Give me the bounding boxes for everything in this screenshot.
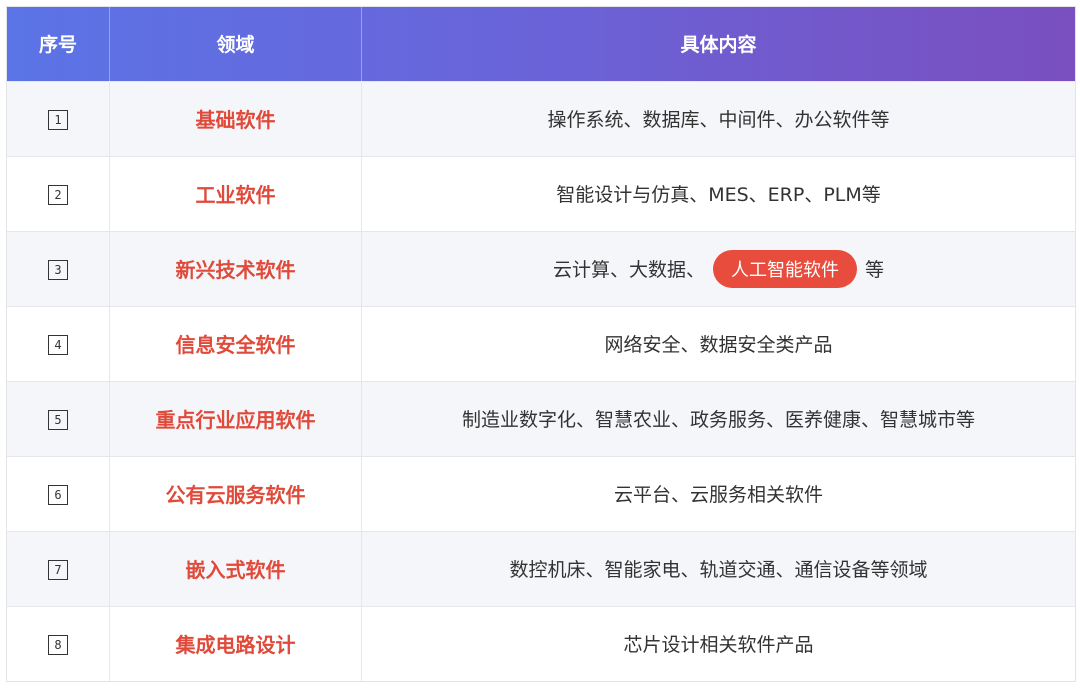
- row-num-cell: 6: [7, 455, 110, 531]
- row-field: 基础软件: [195, 108, 276, 132]
- row-content: 网络安全、数据安全类产品: [361, 305, 1075, 381]
- table-body: 1 基础软件 操作系统、数据库、中间件、办公软件等 2 工业软件 智能设计与仿真…: [7, 80, 1075, 681]
- table-row: 5 重点行业应用软件 制造业数字化、智慧农业、政务服务、医养健康、智慧城市等: [7, 380, 1075, 456]
- header-num: 序号: [7, 7, 110, 81]
- row-num-cell: 4: [7, 305, 110, 381]
- row-num: 4: [48, 335, 68, 355]
- table-row: 4 信息安全软件 网络安全、数据安全类产品: [7, 305, 1075, 381]
- row-field: 嵌入式软件: [185, 558, 286, 582]
- row-content: 操作系统、数据库、中间件、办公软件等: [361, 80, 1075, 156]
- row-field: 工业软件: [195, 183, 276, 207]
- row-num-cell: 3: [7, 230, 110, 306]
- row-field-cell: 信息安全软件: [109, 305, 362, 381]
- row-field-cell: 基础软件: [109, 80, 362, 156]
- row-num-cell: 1: [7, 80, 110, 156]
- row-num: 8: [48, 635, 68, 656]
- header-content: 具体内容: [680, 34, 757, 57]
- row-content: 数控机床、智能家电、轨道交通、通信设备等领域: [361, 530, 1075, 606]
- row-content: 云计算、大数据、 人工智能软件等: [361, 230, 1075, 306]
- row-num-cell: 7: [7, 530, 110, 606]
- header-field: 领域: [109, 7, 362, 81]
- row-content: 云平台、云服务相关软件: [361, 455, 1075, 531]
- table-row: 3 新兴技术软件 云计算、大数据、 人工智能软件等: [7, 230, 1075, 306]
- row-num: 7: [48, 560, 68, 580]
- row-num: 5: [48, 410, 68, 430]
- row-num: 2: [48, 185, 68, 205]
- header-row: 序号 领域 具体内容: [7, 7, 1075, 81]
- row-num: 1: [48, 110, 68, 130]
- row-field-cell: 公有云服务软件: [109, 455, 362, 531]
- row-field-cell: 工业软件: [109, 155, 362, 231]
- table-header: 序号 领域 具体内容: [7, 7, 1075, 81]
- table-row: 7 嵌入式软件 数控机床、智能家电、轨道交通、通信设备等领域: [7, 530, 1075, 606]
- row-num-cell: 2: [7, 155, 110, 231]
- row-field: 公有云服务软件: [165, 483, 306, 507]
- row-field-cell: 新兴技术软件: [109, 230, 362, 306]
- row-field-cell: 重点行业应用软件: [109, 380, 362, 456]
- row-content: 制造业数字化、智慧农业、政务服务、医养健康、智慧城市等: [361, 380, 1075, 456]
- table-row: 1 基础软件 操作系统、数据库、中间件、办公软件等: [7, 80, 1075, 156]
- row-num-cell: 5: [7, 380, 110, 456]
- row-content-post: 等: [865, 258, 885, 281]
- table-row: 2 工业软件 智能设计与仿真、MES、ERP、PLM等: [7, 155, 1075, 231]
- domain-table: 序号 领域 具体内容 1 基础软件 操作系统、数据库、中间件、办公软件等 2 工…: [7, 7, 1075, 681]
- row-content-pre: 云计算、大数据、: [552, 258, 705, 281]
- row-num-cell: 8: [7, 605, 110, 681]
- row-content: 芯片设计相关软件产品: [361, 605, 1075, 681]
- row-num: 6: [48, 485, 68, 505]
- highlight-pill: 人工智能软件: [713, 249, 857, 288]
- row-content: 智能设计与仿真、MES、ERP、PLM等: [361, 155, 1075, 231]
- row-field: 新兴技术软件: [175, 258, 296, 282]
- domain-table-container: 序号 领域 具体内容 1 基础软件 操作系统、数据库、中间件、办公软件等 2 工…: [6, 6, 1076, 682]
- row-field-cell: 集成电路设计: [109, 605, 362, 681]
- row-field-cell: 嵌入式软件: [109, 530, 362, 606]
- row-num: 3: [48, 260, 68, 280]
- row-field: 信息安全软件: [175, 333, 296, 357]
- row-field: 集成电路设计: [175, 633, 296, 658]
- table-row: 6 公有云服务软件 云平台、云服务相关软件: [7, 455, 1075, 531]
- table-row: 8 集成电路设计 芯片设计相关软件产品: [7, 605, 1075, 681]
- row-field: 重点行业应用软件: [155, 408, 316, 432]
